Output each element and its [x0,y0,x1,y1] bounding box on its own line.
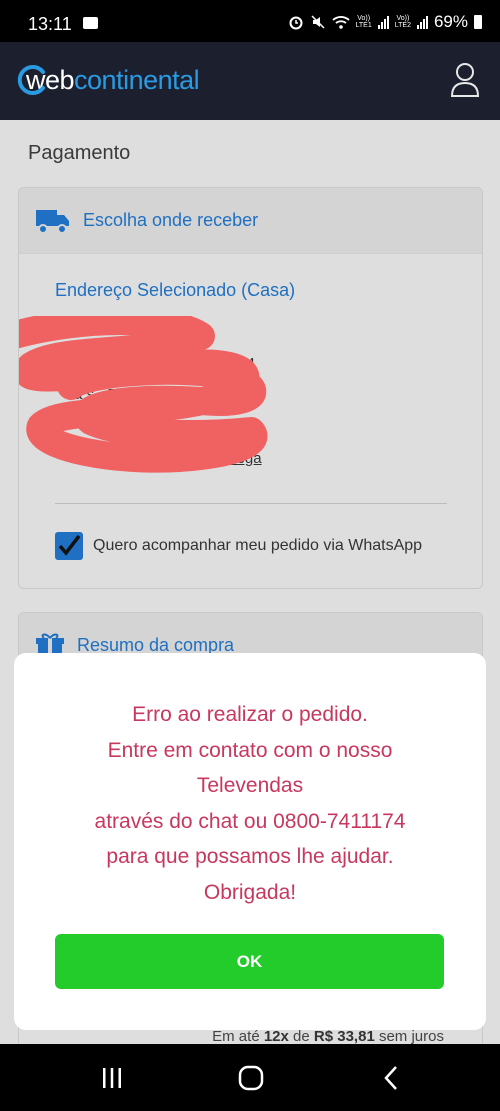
webcontinental-logo[interactable]: webcontinental [16,60,200,100]
page-title: Pagamento [28,142,131,164]
error-line: Erro ao realizar o pedido. [132,703,368,726]
mute-icon [311,15,325,29]
status-icons: Vo)) LTE1 Vo)) LTE2 69% [288,12,482,32]
home-button[interactable] [231,1062,271,1094]
battery-icon [474,15,482,29]
back-icon [384,1066,397,1090]
error-dialog: Erro ao realizar o pedido. Entre em cont… [14,653,486,1030]
app-header: webcontinental [0,42,500,120]
alarm-icon [289,16,303,30]
whatsapp-label: Quero acompanhar meu pedido via WhatsApp [93,537,423,554]
system-nav-bar [0,1044,500,1111]
error-line: para que possamos lhe ajudar. [106,845,394,868]
delivery-section-title: Escolha onde receber [83,210,259,230]
error-line: Televendas [196,774,304,797]
home-icon [238,1065,264,1091]
error-line: Obrigada! [203,880,297,904]
sim1-label: Vo)) LTE1 [355,15,372,29]
ok-button[interactable]: OK [55,934,444,989]
battery-percent: 69% [433,12,468,31]
whatsapp-opt-in[interactable]: Quero acompanhar meu pedido via WhatsApp [55,532,422,560]
delivery-card-header[interactable]: Escolha onde receber [19,188,482,254]
error-line: Entre em contato com o nosso [107,738,393,762]
user-icon[interactable] [450,62,480,98]
signal2-icon [416,15,428,29]
back-button[interactable] [371,1062,411,1094]
sim2-label: Vo)) LTE2 [394,15,411,29]
wifi-icon [331,16,350,29]
status-bar: 13:11 Vo)) LTE1 Vo)) LTE2 69% [0,0,500,42]
selected-address-title: Endereço Selecionado (Casa) [55,280,296,300]
redaction-scribble [19,316,268,473]
whatsapp-checkbox[interactable] [55,532,83,560]
check-icon [58,534,81,556]
status-time: 13:11 [28,14,72,34]
message-notification-icon [83,17,98,29]
error-line: através do chat ou 0800-7411174 [94,809,406,833]
error-message: Erro ao realizar o pedido. Entre em cont… [14,697,486,910]
delivery-card: Escolha onde receber Endereço Selecionad… [18,187,483,589]
signal1-icon [377,15,389,29]
card-divider [55,503,447,504]
recent-apps-icon [103,1068,121,1088]
installments-text: Em até 12x de R$ 33,81 sem juros [212,1028,444,1045]
logo-swoosh-icon [17,65,45,95]
truck-icon [36,209,69,234]
logo-text: webcontinental [26,64,200,95]
recent-apps-button[interactable] [92,1062,132,1094]
